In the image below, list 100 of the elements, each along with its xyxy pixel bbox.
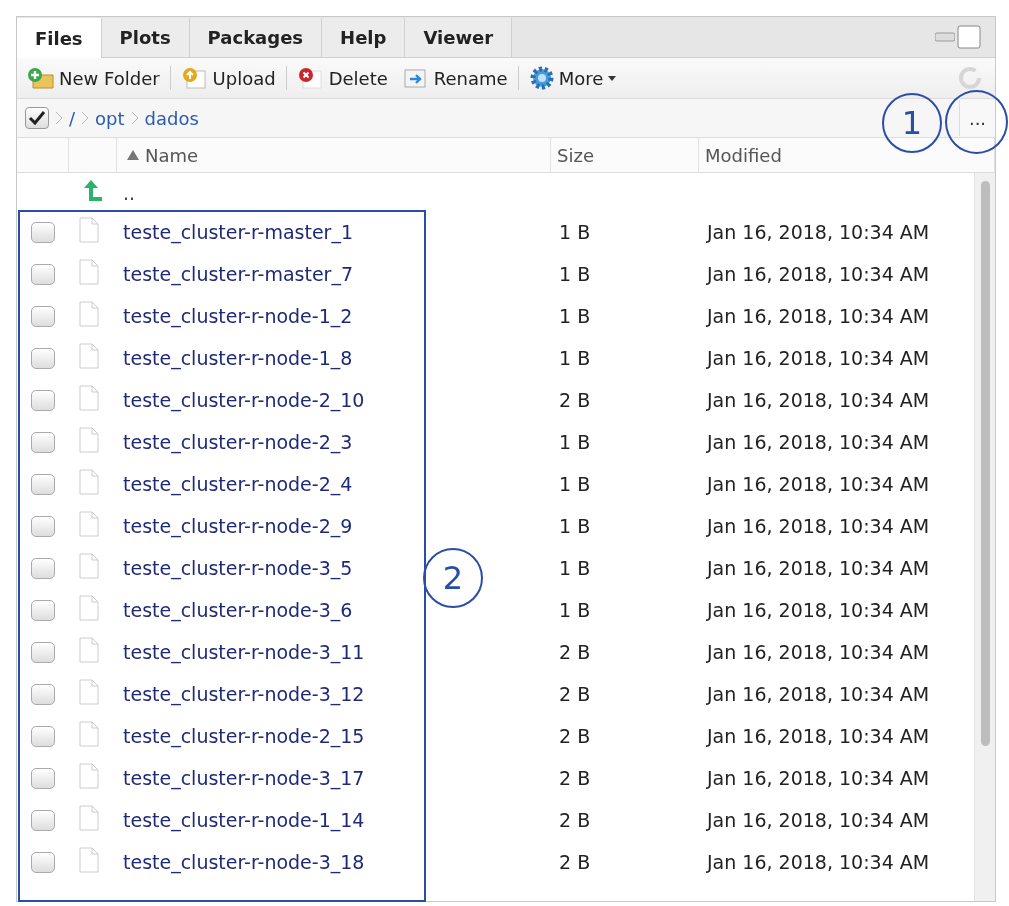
modified-date: Jan 16, 2018, 10:34 AM <box>705 557 931 579</box>
file-size: 1 B <box>558 347 592 369</box>
checkbox[interactable] <box>31 473 55 495</box>
file-size: 2 B <box>558 389 592 411</box>
modified-date: Jan 16, 2018, 10:34 AM <box>705 809 931 831</box>
file-icon <box>79 679 99 705</box>
parent-directory-link[interactable]: .. <box>123 182 136 204</box>
column-header[interactable]: Modified <box>699 138 995 172</box>
file-icon <box>79 301 99 327</box>
file-size: 1 B <box>558 515 592 537</box>
checkbox[interactable] <box>31 515 55 537</box>
new-folder-button[interactable]: New Folder <box>23 65 164 91</box>
checkbox[interactable] <box>31 221 55 243</box>
file-size: 1 B <box>558 599 592 621</box>
up-arrow-icon[interactable] <box>81 179 103 203</box>
file-size: 2 B <box>558 683 592 705</box>
modified-date: Jan 16, 2018, 10:34 AM <box>705 599 931 621</box>
tab[interactable]: Files <box>17 18 102 58</box>
file-link[interactable]: teste_cluster-r-node-3_18 <box>123 851 365 873</box>
modified-date: Jan 16, 2018, 10:34 AM <box>705 641 931 663</box>
delete-icon <box>296 67 325 89</box>
checkbox[interactable] <box>31 725 55 747</box>
file-size: 1 B <box>558 431 592 453</box>
modified-date: Jan 16, 2018, 10:34 AM <box>705 851 931 873</box>
more-menu[interactable]: More <box>524 63 622 93</box>
minimize-icon[interactable] <box>935 32 955 42</box>
file-icon <box>79 427 99 453</box>
file-size: 1 B <box>558 221 592 243</box>
modified-date: Jan 16, 2018, 10:34 AM <box>705 473 931 495</box>
breadcrumb-link[interactable]: / <box>69 107 76 129</box>
file-icon <box>79 511 99 537</box>
column-header[interactable]: Size <box>551 138 699 172</box>
checkbox[interactable] <box>31 431 55 453</box>
modified-date: Jan 16, 2018, 10:34 AM <box>705 347 931 369</box>
delete-button[interactable]: Delete <box>292 65 392 91</box>
tab[interactable]: Packages <box>189 18 323 57</box>
file-icon <box>79 763 99 789</box>
modified-date: Jan 16, 2018, 10:34 AM <box>705 221 931 243</box>
select-all-checkbox[interactable] <box>25 107 49 129</box>
modified-date: Jan 16, 2018, 10:34 AM <box>705 515 931 537</box>
breadcrumb-link[interactable]: dados <box>144 107 199 129</box>
file-link[interactable]: teste_cluster-r-node-2_4 <box>123 473 353 495</box>
file-icon <box>79 721 99 747</box>
checkbox[interactable] <box>31 767 55 789</box>
checkbox[interactable] <box>31 641 55 663</box>
file-link[interactable]: teste_cluster-r-node-1_2 <box>123 305 353 327</box>
file-size: 1 B <box>558 557 592 579</box>
file-link[interactable]: teste_cluster-r-node-2_9 <box>123 515 353 537</box>
column-header[interactable]: Name <box>117 138 551 172</box>
highlight-circle <box>945 90 1008 154</box>
chevron-icon <box>130 111 139 125</box>
scrollbar[interactable] <box>974 173 995 901</box>
callout-number: 1 <box>882 93 942 153</box>
new-folder-icon <box>27 67 55 89</box>
file-link[interactable]: teste_cluster-r-master_7 <box>123 263 353 285</box>
file-link[interactable]: teste_cluster-r-node-1_8 <box>123 347 353 369</box>
file-icon <box>79 847 99 873</box>
checkbox[interactable] <box>31 809 55 831</box>
file-icon <box>79 553 99 579</box>
modified-date: Jan 16, 2018, 10:34 AM <box>705 305 931 327</box>
file-size: 1 B <box>558 305 592 327</box>
upload-button[interactable]: Upload <box>176 65 280 91</box>
checkbox[interactable] <box>31 305 55 327</box>
modified-date: Jan 16, 2018, 10:34 AM <box>705 431 931 453</box>
file-size: 2 B <box>558 809 592 831</box>
maximize-icon[interactable] <box>957 25 981 49</box>
file-link[interactable]: teste_cluster-r-node-2_3 <box>123 431 353 453</box>
checkbox[interactable] <box>31 347 55 369</box>
file-size: 2 B <box>558 767 592 789</box>
tab[interactable]: Plots <box>101 18 190 57</box>
file-icon <box>79 637 99 663</box>
file-link[interactable]: teste_cluster-r-node-3_5 <box>123 557 353 579</box>
modified-date: Jan 16, 2018, 10:34 AM <box>705 263 931 285</box>
tab[interactable]: Viewer <box>405 18 513 57</box>
refresh-icon[interactable] <box>957 65 983 91</box>
upload-icon <box>180 67 209 89</box>
breadcrumb-link[interactable]: opt <box>95 107 125 129</box>
file-link[interactable]: teste_cluster-r-node-3_12 <box>123 683 365 705</box>
file-size: 2 B <box>558 641 592 663</box>
chevron-icon <box>81 111 90 125</box>
file-size: 1 B <box>558 263 592 285</box>
file-link[interactable]: teste_cluster-r-node-3_11 <box>123 641 365 663</box>
file-link[interactable]: teste_cluster-r-node-3_17 <box>123 767 365 789</box>
file-link[interactable]: teste_cluster-r-master_1 <box>123 221 353 243</box>
rename-button[interactable]: Rename <box>397 65 512 91</box>
file-link[interactable]: teste_cluster-r-node-1_14 <box>123 809 365 831</box>
gear-icon <box>528 65 555 91</box>
file-link[interactable]: teste_cluster-r-node-3_6 <box>123 599 353 621</box>
checkbox[interactable] <box>31 851 55 873</box>
checkbox[interactable] <box>31 599 55 621</box>
checkbox[interactable] <box>31 557 55 579</box>
tab[interactable]: Help <box>322 18 406 57</box>
file-link[interactable]: teste_cluster-r-node-2_10 <box>123 389 365 411</box>
file-icon <box>79 259 99 285</box>
modified-date: Jan 16, 2018, 10:34 AM <box>705 767 931 789</box>
checkbox[interactable] <box>31 683 55 705</box>
file-icon <box>79 805 99 831</box>
checkbox[interactable] <box>31 389 55 411</box>
file-link[interactable]: teste_cluster-r-node-2_15 <box>123 725 365 747</box>
checkbox[interactable] <box>31 263 55 285</box>
